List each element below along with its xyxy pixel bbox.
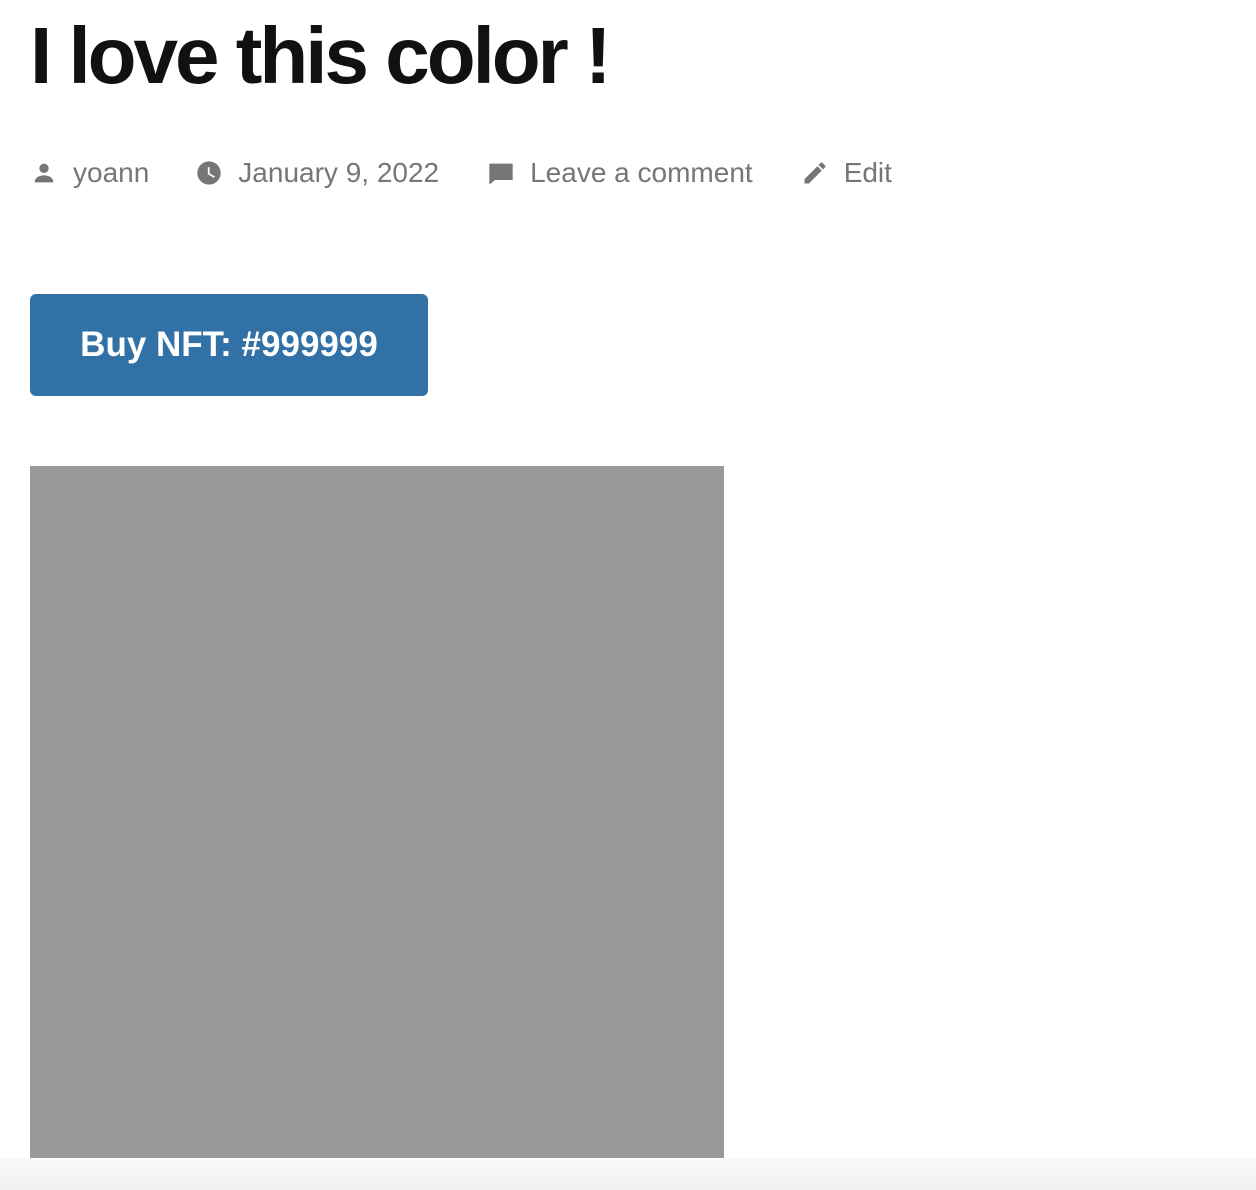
leave-comment-link[interactable]: Leave a comment <box>487 157 753 189</box>
post-date-link[interactable]: January 9, 2022 <box>195 157 439 189</box>
page-bottom-edge <box>0 1158 1256 1190</box>
edit-label: Edit <box>843 157 892 188</box>
post-meta: yoann January 9, 2022 Leave a comment Ed… <box>30 150 892 196</box>
pencil-icon <box>801 159 829 187</box>
post-date: January 9, 2022 <box>238 157 440 188</box>
post-title: I love this color ! <box>30 11 612 100</box>
clock-icon <box>195 159 223 187</box>
author-link[interactable]: yoann <box>30 157 149 189</box>
comment-bubble-icon <box>487 159 515 187</box>
edit-link[interactable]: Edit <box>801 157 892 189</box>
buy-nft-button[interactable]: Buy NFT: #999999 <box>30 294 428 396</box>
person-icon <box>30 159 58 187</box>
author-name: yoann <box>73 157 150 188</box>
leave-comment-label: Leave a comment <box>530 157 753 188</box>
nft-color-swatch <box>30 466 724 1162</box>
